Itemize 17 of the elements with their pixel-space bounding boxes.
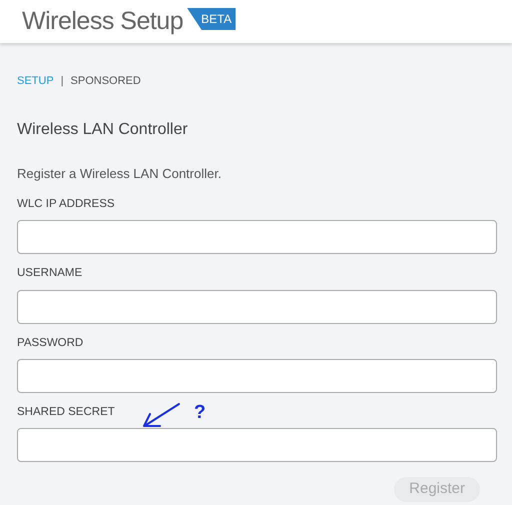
hand-drawn-arrow	[141, 402, 181, 428]
field-label: PASSWORD	[17, 336, 84, 350]
input-field[interactable]	[17, 428, 497, 462]
input-field[interactable]	[17, 358, 497, 393]
description: Register a Wireless LAN Controller.	[17, 164, 222, 183]
tab[interactable]: SPONSORED	[70, 73, 141, 90]
beta-badge: BETA	[187, 8, 236, 30]
input-field[interactable]	[17, 290, 497, 324]
input-field[interactable]	[17, 220, 497, 254]
question-mark: ?	[194, 401, 206, 425]
tab-separator: |	[60, 74, 64, 89]
page-title: Wireless Setup	[22, 9, 184, 34]
field-label: USERNAME	[17, 266, 82, 282]
section-title: Wireless LAN Controller	[17, 120, 189, 140]
field-label: WLC IP ADDRESS	[17, 197, 115, 212]
field-label: SHARED SECRET	[17, 404, 115, 420]
tab[interactable]: SETUP	[17, 73, 54, 90]
